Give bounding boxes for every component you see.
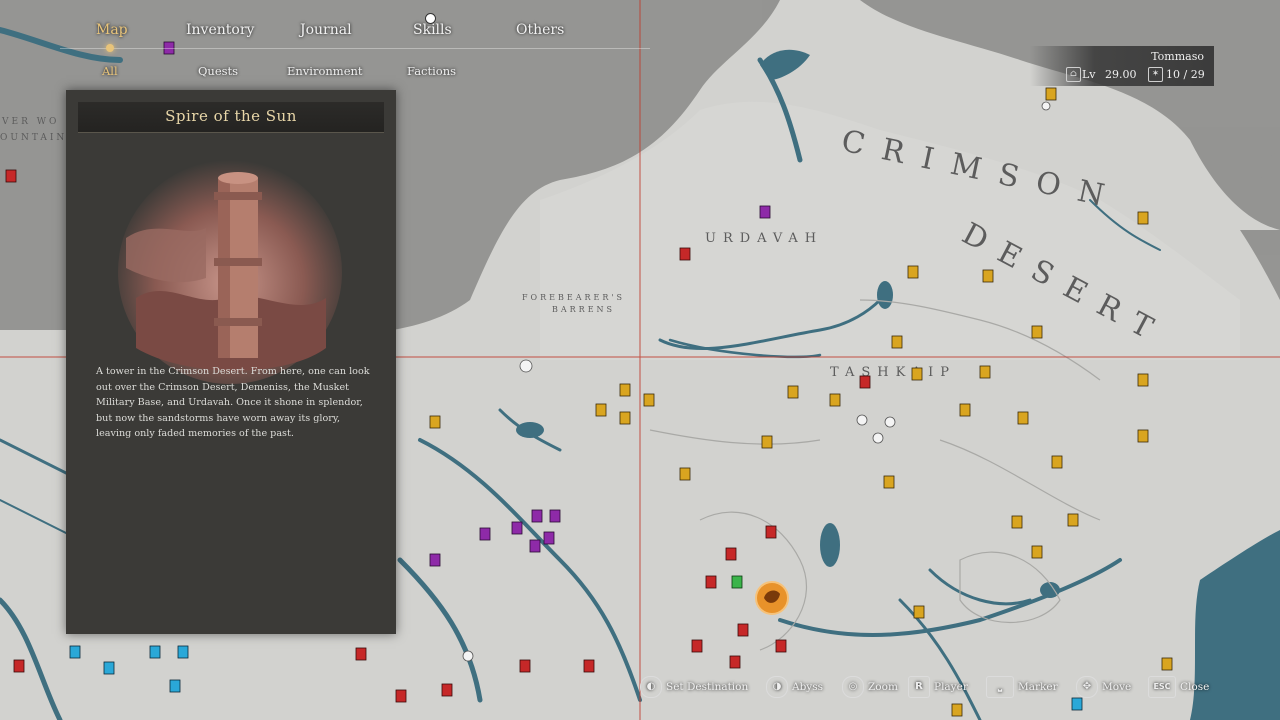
player-level: Lv 29.00 xyxy=(1082,68,1137,81)
level-icon: ⌂ xyxy=(1066,67,1081,82)
hint-label: Player xyxy=(934,681,968,693)
tab-skills[interactable]: Skills xyxy=(413,22,452,38)
tab-others[interactable]: Others xyxy=(516,22,564,38)
hint-move[interactable]: ✥ Move xyxy=(1076,676,1131,698)
hint-zoom[interactable]: ◎ Zoom xyxy=(842,676,898,698)
hint-label: Zoom xyxy=(868,681,898,693)
tab-journal[interactable]: Journal xyxy=(300,22,352,38)
tab-inventory[interactable]: Inventory xyxy=(186,22,254,38)
subtab-quests[interactable]: Quests xyxy=(198,64,238,78)
subtab-factions[interactable]: Factions xyxy=(407,64,456,78)
key-esc-icon: ESC xyxy=(1148,676,1176,698)
compass-icon: ✶ xyxy=(1148,67,1163,82)
location-title-bar: Spire of the Sun xyxy=(78,102,384,133)
hint-label: Move xyxy=(1102,681,1132,693)
label-left-edge-2: OUNTAIN xyxy=(0,133,67,143)
hint-label: Set Destination xyxy=(666,681,749,693)
location-info-panel: Spire of the Sun A tower in the Crimson … xyxy=(66,90,396,634)
tab-divider xyxy=(60,48,650,49)
player-info-card: Tommaso ⌂ Lv 29.00 ✶ 10 / 29 xyxy=(1030,46,1214,86)
hint-set-destination[interactable]: ◐ Set Destination xyxy=(640,676,748,698)
label-forebearers: FOREBEARER'S xyxy=(522,293,625,302)
key-space-icon: ⎵ xyxy=(986,676,1014,698)
hint-marker[interactable]: ⎵ Marker xyxy=(986,676,1058,698)
player-level-value: 29.00 xyxy=(1105,68,1137,81)
subtab-all[interactable]: All xyxy=(102,64,118,78)
hint-label: Marker xyxy=(1018,681,1058,693)
active-tab-indicator xyxy=(106,44,114,52)
location-description: A tower in the Crimson Desert. From here… xyxy=(96,366,370,439)
location-artwork xyxy=(118,160,342,384)
label-barrens: BARRENS xyxy=(552,305,615,314)
player-level-label: Lv xyxy=(1082,68,1096,81)
hint-player[interactable]: R Player xyxy=(908,676,968,698)
key-r-icon: R xyxy=(908,676,930,698)
tab-map[interactable]: Map xyxy=(96,22,128,38)
filter-subtabs: All Quests Environment Factions xyxy=(60,64,620,82)
mouse-right-icon: ◑ xyxy=(766,676,788,698)
hint-abyss[interactable]: ◑ Abyss xyxy=(766,676,823,698)
hint-label: Close xyxy=(1180,681,1210,693)
label-tashkaip: TASHKAIP xyxy=(830,365,956,380)
mouse-wheel-icon: ◎ xyxy=(842,676,864,698)
location-title: Spire of the Sun xyxy=(165,107,297,125)
subtab-environment[interactable]: Environment xyxy=(287,64,363,78)
hint-close[interactable]: ESC Close xyxy=(1148,676,1209,698)
main-nav-tabs: Map Inventory Journal Skills Others xyxy=(60,22,600,46)
mouse-move-icon: ✥ xyxy=(1076,676,1098,698)
hint-label: Abyss xyxy=(792,681,824,693)
label-urdavah: URDAVAH xyxy=(705,231,823,246)
player-position-marker[interactable] xyxy=(755,581,789,615)
player-counter: 10 / 29 xyxy=(1166,68,1205,81)
mouse-left-icon: ◐ xyxy=(640,676,662,698)
player-name: Tommaso xyxy=(1151,50,1204,63)
objective-marker[interactable] xyxy=(731,575,743,589)
skills-notification-icon xyxy=(425,13,436,24)
label-left-edge-1: VER WO xyxy=(1,117,59,127)
